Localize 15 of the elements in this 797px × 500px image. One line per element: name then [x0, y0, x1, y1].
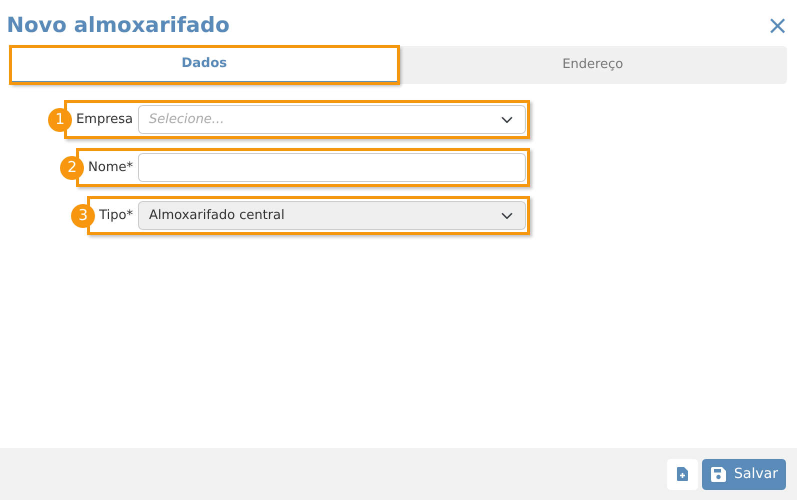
- callout-number: 3: [71, 204, 96, 228]
- tab[interactable]: Endereço: [398, 46, 787, 84]
- close-button[interactable]: ×: [764, 13, 790, 39]
- field-label: Tipo*: [98, 206, 134, 225]
- callout-number: 2: [60, 156, 84, 180]
- tab[interactable]: Dados: [10, 46, 398, 84]
- new-document-button[interactable]: [667, 458, 698, 490]
- field-label: Empresa: [75, 110, 134, 129]
- dialog-title: Novo almoxarifado: [6, 13, 230, 39]
- field-label: Nome*: [87, 158, 134, 177]
- document-plus-icon: [677, 467, 688, 481]
- save-button[interactable]: Salvar: [702, 458, 786, 490]
- input-field[interactable]: [138, 153, 526, 182]
- dropdown-field[interactable]: Selecione...: [138, 105, 526, 134]
- callout-number: 1: [48, 108, 72, 132]
